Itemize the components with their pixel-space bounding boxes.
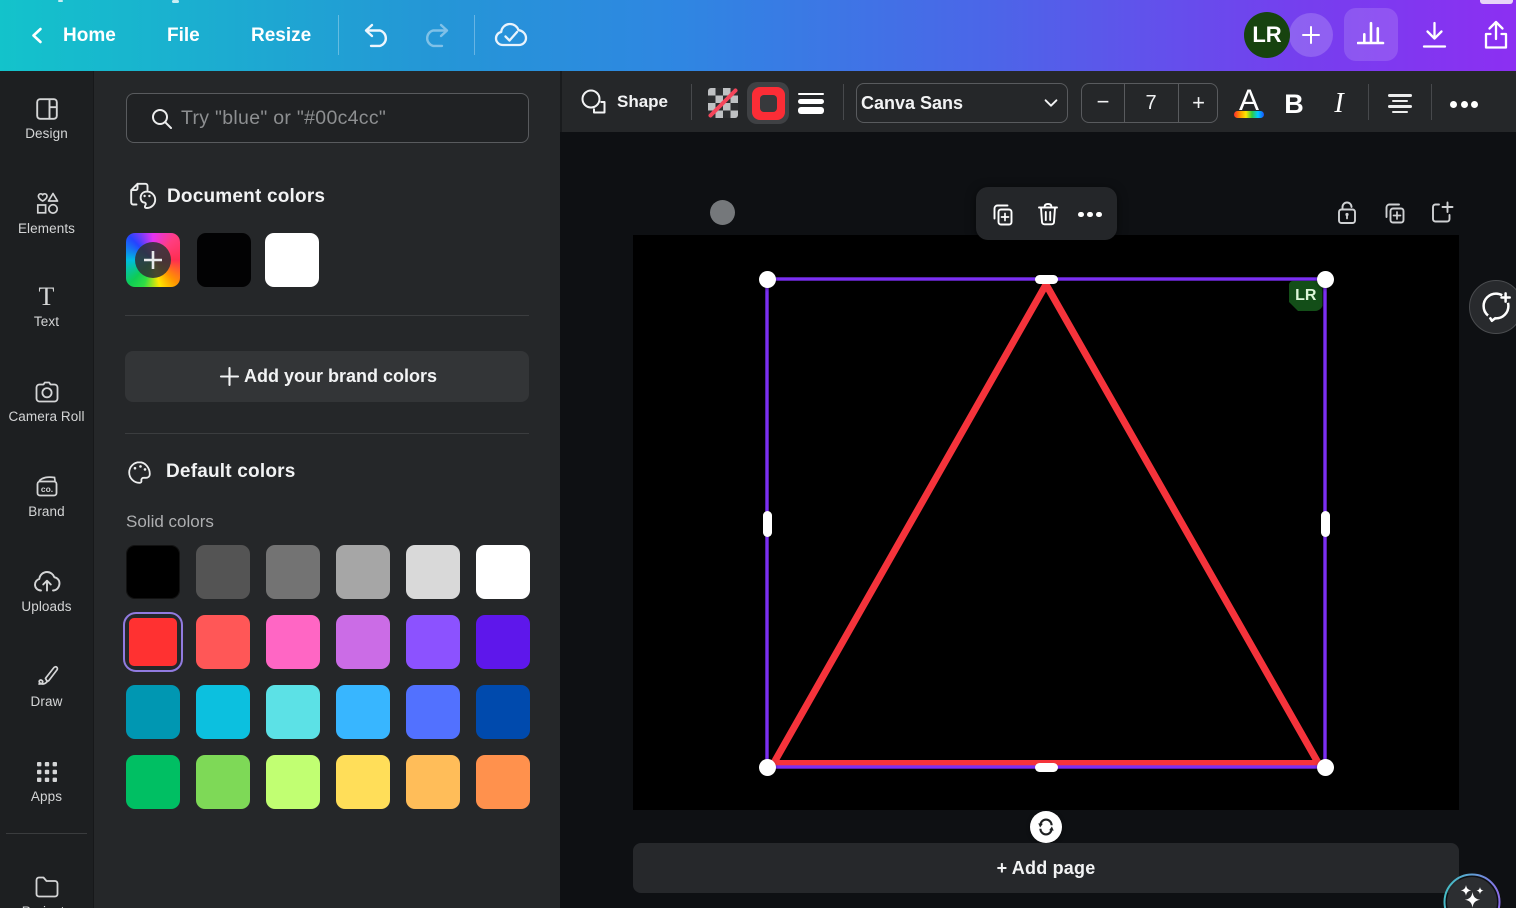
svg-text:co.: co. [40, 484, 52, 494]
